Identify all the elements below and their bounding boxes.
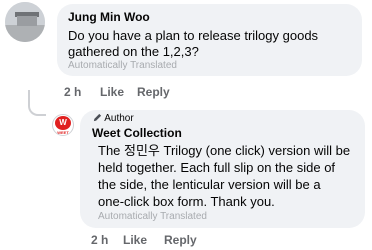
comment-line-2: gathered on the 1,2,3? [68, 44, 199, 59]
reply-line-3: the side, the lenticular version will be… [98, 177, 321, 192]
thread-connector [28, 90, 46, 116]
reply-author[interactable]: Weet Collection [92, 126, 182, 140]
reply-line-4: one-click box form. Thank you. [98, 194, 275, 209]
like-button[interactable]: Like [100, 85, 124, 99]
author-badge: Author [93, 113, 134, 124]
reply-like-button[interactable]: Like [123, 233, 147, 247]
avatar-ground [5, 25, 45, 42]
reply-button[interactable]: Reply [137, 85, 170, 99]
reply-time[interactable]: 2 h [91, 233, 108, 247]
reply-line-2: held together. Each full slip on the sid… [98, 160, 336, 175]
comment-time[interactable]: 2 h [64, 85, 81, 99]
comment-author[interactable]: Jung Min Woo [68, 10, 150, 24]
reply-avatar-logo: W [55, 116, 71, 130]
comment-line-1: Do you have a plan to release trilogy go… [68, 28, 319, 43]
reply-reply-button[interactable]: Reply [164, 233, 197, 247]
reply-translated-note[interactable]: Automatically Translated [98, 211, 207, 222]
reply-avatar-sub: WEET [57, 130, 69, 135]
reply-line-1: The 정민우 Trilogy (one click) version will… [98, 143, 351, 158]
pencil-icon [93, 113, 102, 122]
comment-translated-note[interactable]: Automatically Translated [68, 60, 177, 71]
avatar[interactable] [5, 2, 45, 42]
author-badge-label: Author [104, 113, 134, 124]
avatar-house [17, 16, 37, 26]
reply-avatar[interactable]: W WEET [52, 114, 74, 136]
